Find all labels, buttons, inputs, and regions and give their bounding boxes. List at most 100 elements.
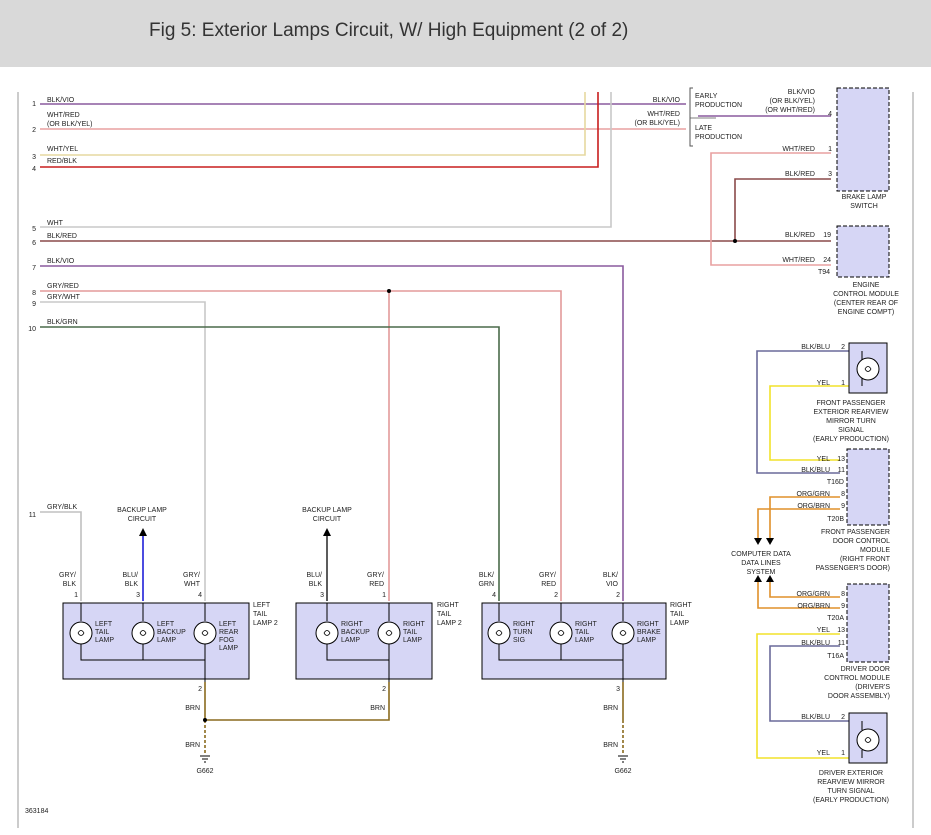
harness-pin: 4 <box>32 166 36 173</box>
wire-label: BLK/VIO (OR BLK/YEL) (OR WHT/RED) <box>765 89 815 114</box>
wire-label: BLK/RED <box>785 171 815 178</box>
wire-label: WHT/RED <box>782 146 815 153</box>
pin-label: 1 <box>828 146 832 153</box>
lamp-group-name: LEFT TAIL LAMP 2 <box>253 602 278 627</box>
ground-wire-label: BRN <box>370 705 385 712</box>
wire-wht-red-sw1 <box>710 152 831 266</box>
harness-wire-label: BLK/GRN <box>47 319 78 326</box>
harness-wire-label: BLK/VIO <box>47 258 75 265</box>
ecm-name: ENGINE CONTROL MODULE (CENTER REAR OF ENGIN… <box>833 282 899 316</box>
lamp-wire-label: BLK/VIO <box>603 572 619 588</box>
dr-mirror-name: DRIVER EXTERIOR REARVIEW MIRROR TURN SIGNA… <box>813 770 889 804</box>
ground-symbol <box>200 755 628 763</box>
wire-label: BLK/BLU <box>801 467 830 474</box>
bulb-fp-mirror <box>856 357 880 381</box>
connector-label: T16A <box>827 653 844 660</box>
ground-wire-label: BRN <box>185 742 200 749</box>
late-production-label: LATE PRODUCTION <box>695 125 742 141</box>
wire-blk-grn-10 <box>40 326 500 601</box>
bulb-right-backup <box>315 621 339 645</box>
harness-wire-label: BLK/RED <box>47 233 77 240</box>
brake-switch-name: BRAKE LAMP SWITCH <box>842 194 887 210</box>
lamp-wire-label: BLU/BLK <box>122 572 138 588</box>
pin-label: 1 <box>841 750 845 757</box>
bulb-right-tail <box>549 621 573 645</box>
wire-wht-yel-3 <box>40 92 586 156</box>
harness-wire-label: WHT/RED (OR BLK/YEL) <box>47 112 93 128</box>
fp-door-box <box>846 448 890 526</box>
harness-pin: 5 <box>32 226 36 233</box>
connector-label: T20B <box>827 516 844 523</box>
dr-door-box <box>846 583 890 663</box>
brake-switch-box <box>836 87 890 192</box>
labels: 1 BLK/VIO 2 WHT/RED (OR BLK/YEL) 3 WHT/YEL 4 RED… <box>25 89 899 815</box>
pin-label: 24 <box>823 257 831 264</box>
junction-dot <box>733 239 737 243</box>
wire-label: YEL <box>817 750 830 757</box>
harness-wire-label: RED/BLK <box>47 158 77 165</box>
ground-pin-label: 2 <box>198 686 202 693</box>
pin-label: 13 <box>837 627 845 634</box>
wire-gry-red-8 <box>40 290 562 601</box>
pin-label: 2 <box>841 344 845 351</box>
data-arrow <box>754 575 762 582</box>
lamp-pin-number: 2 <box>554 592 558 599</box>
harness-pin: 11 <box>29 512 36 519</box>
lamp-group-name: RIGHT TAIL LAMP <box>670 602 693 627</box>
data-arrow <box>766 575 774 582</box>
wire-gry-wht-9 <box>40 301 206 601</box>
wire-label: WHT/RED (OR BLK/YEL) <box>634 111 680 127</box>
wire-label: ORG/GRN <box>797 591 830 598</box>
pin-label: 11 <box>838 640 845 647</box>
connector-label: T16D <box>827 479 844 486</box>
connector-label: T20A <box>827 615 844 622</box>
wire-wht-5 <box>40 92 612 228</box>
lamp-wire-label: BLU/BLK <box>306 572 322 588</box>
fp-door-name: FRONT PASSENGER DOOR CONTROL MODULE (RIGHT … <box>816 529 891 572</box>
wire-label: ORG/GRN <box>797 491 830 498</box>
data-arrow <box>766 538 774 545</box>
pin-label: 9 <box>841 603 845 610</box>
pin-label: 8 <box>841 591 845 598</box>
wire-label: BLK/BLU <box>801 640 830 647</box>
wire-label: ORG/BRN <box>797 503 830 510</box>
harness-pin: 6 <box>32 240 36 247</box>
pin-label: 4 <box>828 111 832 118</box>
junction-dot <box>387 289 391 293</box>
lamp-pin-number: 1 <box>74 592 78 599</box>
backup-arrow-left <box>139 528 147 536</box>
lamp-pin-number: 4 <box>198 592 202 599</box>
harness-wire-label: WHT <box>47 220 64 227</box>
figure-title: Fig 5: Exterior Lamps Circuit, W/ High E… <box>149 20 629 41</box>
pin-label: 9 <box>841 503 845 510</box>
harness-pin: 1 <box>32 101 36 108</box>
wire-label: WHT/RED <box>782 257 815 264</box>
lamp-wire-label: GRY/RED <box>367 572 384 588</box>
lamp-pin-number: 1 <box>382 592 386 599</box>
early-production-label: EARLY PRODUCTION <box>695 93 742 109</box>
fp-mirror-name: FRONT PASSENGER EXTERIOR REARVIEW MIRROR T… <box>813 400 889 443</box>
bulb-left-tail <box>69 621 93 645</box>
ground-pin-label: 2 <box>382 686 386 693</box>
lamp-pin-number: 4 <box>492 592 496 599</box>
pin-label: 2 <box>841 714 845 721</box>
pin-label: 8 <box>841 491 845 498</box>
lamp-wire-label: GRY/RED <box>539 572 556 588</box>
pin-label: 1 <box>841 380 845 387</box>
lamp-pin-number: 3 <box>136 592 140 599</box>
pin-label: 11 <box>838 467 845 474</box>
lamp-wire-label: GRY/WHT <box>183 572 201 588</box>
ground-wire-label: BRN <box>603 742 618 749</box>
harness-pin: 9 <box>32 301 36 308</box>
wire-label: YEL <box>817 456 830 463</box>
ground-id-label: G662 <box>614 768 631 775</box>
wire-label: BLK/VIO <box>653 97 681 104</box>
dr-door-name: DRIVER DOOR CONTROL MODULE (DRIVER'S DOOR A… <box>824 666 890 700</box>
harness-wire-label: BLK/VIO <box>47 97 75 104</box>
pin-label: 3 <box>828 171 832 178</box>
ground-wire-label: BRN <box>185 705 200 712</box>
lamp-wire-label: BLK/GRN <box>478 572 494 588</box>
harness-pin: 10 <box>28 326 36 333</box>
ground-pin-label: 3 <box>616 686 620 693</box>
bulb-left-fog <box>193 621 217 645</box>
